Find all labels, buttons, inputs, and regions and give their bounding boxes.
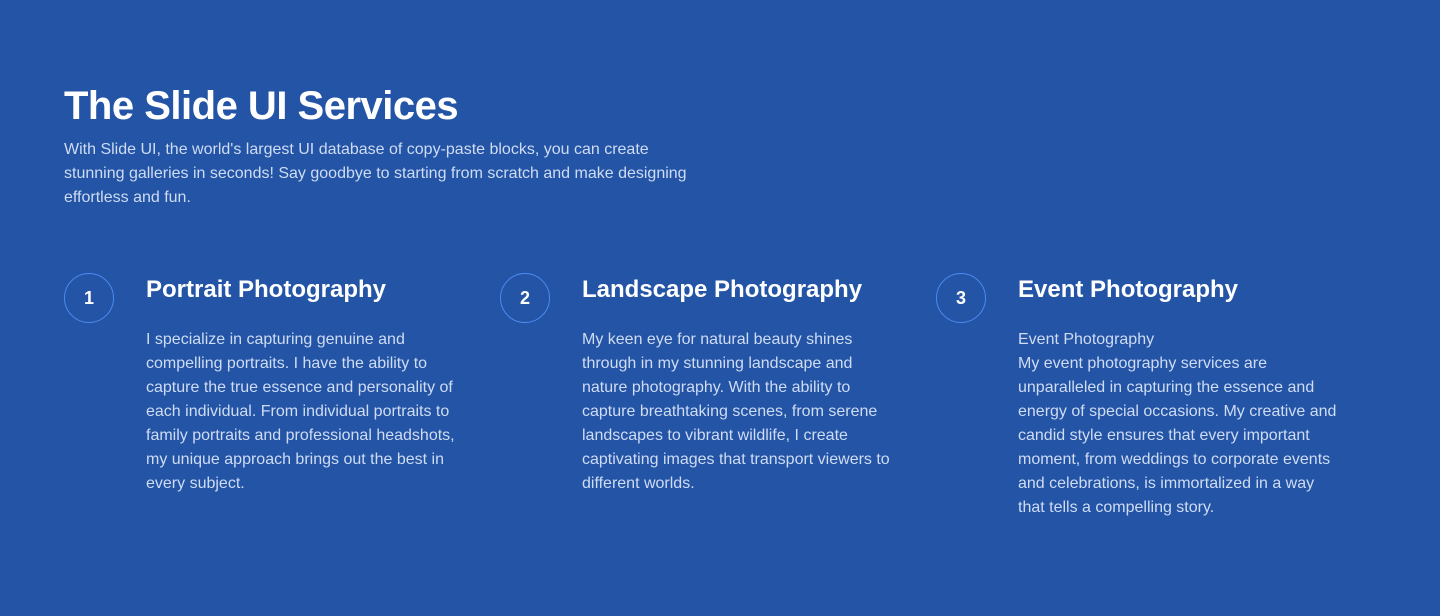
service-landscape: 2 Landscape Photography My keen eye for … bbox=[500, 272, 936, 520]
service-description: My keen eye for natural beauty shines th… bbox=[582, 331, 890, 492]
service-title: Event Photography bbox=[1018, 276, 1239, 303]
page-intro: With Slide UI, the world's largest UI da… bbox=[64, 141, 687, 206]
service-subtitle: Event Photography bbox=[1018, 331, 1155, 348]
service-description: I specialize in capturing genuine and co… bbox=[146, 331, 455, 492]
service-body: Portrait Photography I specialize in cap… bbox=[146, 272, 466, 496]
service-body: Event Photography Event Photography My e… bbox=[1018, 272, 1338, 520]
service-description: My event photography services are unpara… bbox=[1018, 355, 1337, 516]
service-title: Portrait Photography bbox=[146, 276, 387, 303]
service-body: Landscape Photography My keen eye for na… bbox=[582, 272, 902, 496]
service-portrait: 1 Portrait Photography I specialize in c… bbox=[64, 272, 500, 520]
step-number-badge: 1 bbox=[64, 273, 114, 323]
step-number-badge: 2 bbox=[500, 273, 550, 323]
services-list: 1 Portrait Photography I specialize in c… bbox=[64, 272, 1376, 520]
services-section: The Slide UI Services With Slide UI, the… bbox=[0, 0, 1440, 616]
page-title: The Slide UI Services bbox=[64, 84, 459, 128]
service-title: Landscape Photography bbox=[582, 276, 863, 303]
step-number-badge: 3 bbox=[936, 273, 986, 323]
service-event: 3 Event Photography Event Photography My… bbox=[936, 272, 1372, 520]
